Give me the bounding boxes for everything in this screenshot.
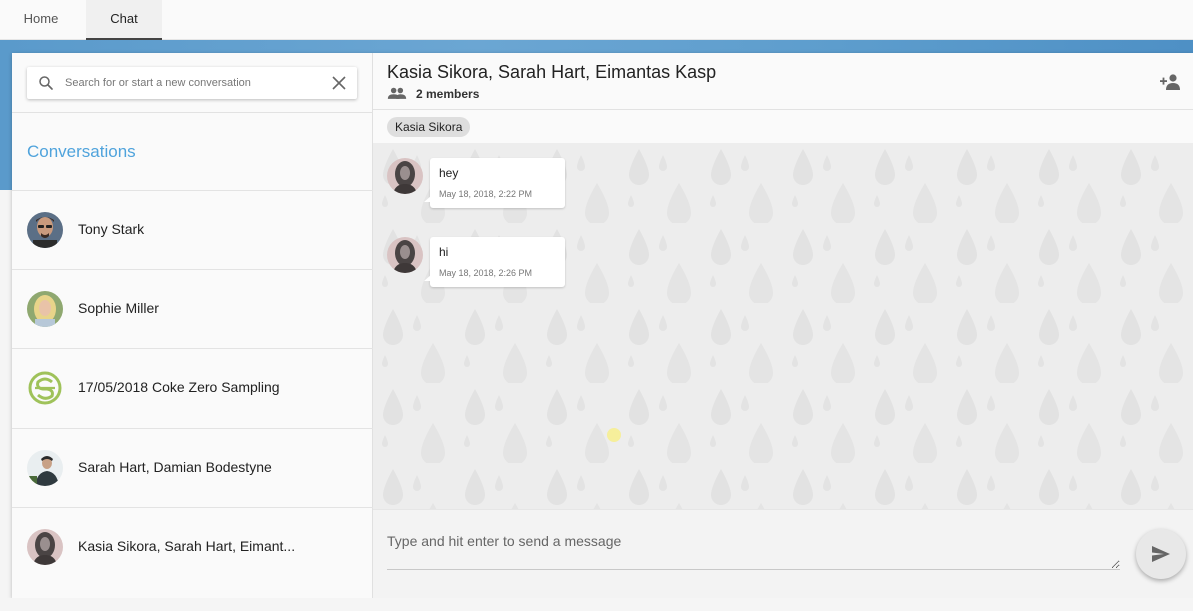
avatar (27, 529, 63, 565)
group-icon (387, 87, 407, 99)
search-icon (39, 76, 53, 90)
avatar (387, 158, 423, 194)
participant-bar: Kasia Sikora (373, 110, 1193, 143)
tab-chat[interactable]: Chat (86, 0, 162, 40)
search-box (27, 67, 357, 99)
send-button[interactable] (1136, 529, 1186, 579)
avatar (27, 291, 63, 327)
pointer-highlight (607, 428, 621, 442)
person-add-icon[interactable] (1159, 73, 1183, 91)
avatar (27, 212, 63, 248)
message-bubble: hey May 18, 2018, 2:22 PM (424, 158, 565, 208)
chat-title: Kasia Sikora, Sarah Hart, Eimantas Kasp (387, 62, 717, 82)
chat-panel: Kasia Sikora, Sarah Hart, Eimantas Kasp … (373, 53, 1193, 598)
search-input[interactable] (65, 73, 315, 93)
page-footer-space (0, 598, 1193, 611)
conversation-name: Tony Stark (78, 221, 145, 237)
conversation-item[interactable]: Sarah Hart, Damian Bodestyne (12, 428, 373, 507)
conversation-name: Sophie Miller (78, 300, 159, 316)
message-composer (373, 509, 1193, 598)
conversation-item[interactable]: Sophie Miller (12, 269, 373, 348)
send-icon (1152, 546, 1170, 562)
conversation-item[interactable]: Kasia Sikora, Sarah Hart, Eimant... (12, 507, 373, 586)
participant-chip[interactable]: Kasia Sikora (387, 117, 471, 137)
message-time: May 18, 2018, 2:26 PM (439, 268, 533, 278)
top-tab-bar: Home Chat (0, 0, 1193, 40)
chat-card: Conversations Tony Stark (12, 53, 1193, 598)
avatar (27, 370, 63, 406)
message-input[interactable] (387, 530, 1120, 570)
message-text: hey (439, 166, 459, 180)
conversations-heading: Conversations (27, 142, 136, 161)
conversation-name: Sarah Hart, Damian Bodestyne (78, 459, 272, 475)
divider (12, 112, 373, 113)
conversation-name: Kasia Sikora, Sarah Hart, Eimant... (78, 538, 296, 554)
conversation-name: 17/05/2018 Coke Zero Sampling (78, 379, 280, 395)
avatar (387, 237, 423, 273)
message-list: hey May 18, 2018, 2:22 PM hi May 18, 201… (373, 143, 1193, 509)
chat-header: Kasia Sikora, Sarah Hart, Eimantas Kasp … (373, 53, 1193, 110)
message-text: hi (439, 245, 449, 259)
conversation-item[interactable]: 17/05/2018 Coke Zero Sampling (12, 348, 373, 427)
message-bubble: hi May 18, 2018, 2:26 PM (424, 237, 565, 287)
member-count: 2 members (416, 87, 480, 101)
message-time: May 18, 2018, 2:22 PM (439, 189, 533, 199)
conversation-item[interactable]: Tony Stark (12, 190, 373, 269)
tab-home[interactable]: Home (0, 0, 82, 40)
conversation-sidebar: Conversations Tony Stark (12, 53, 373, 598)
avatar (27, 450, 63, 486)
close-icon[interactable] (331, 75, 347, 91)
